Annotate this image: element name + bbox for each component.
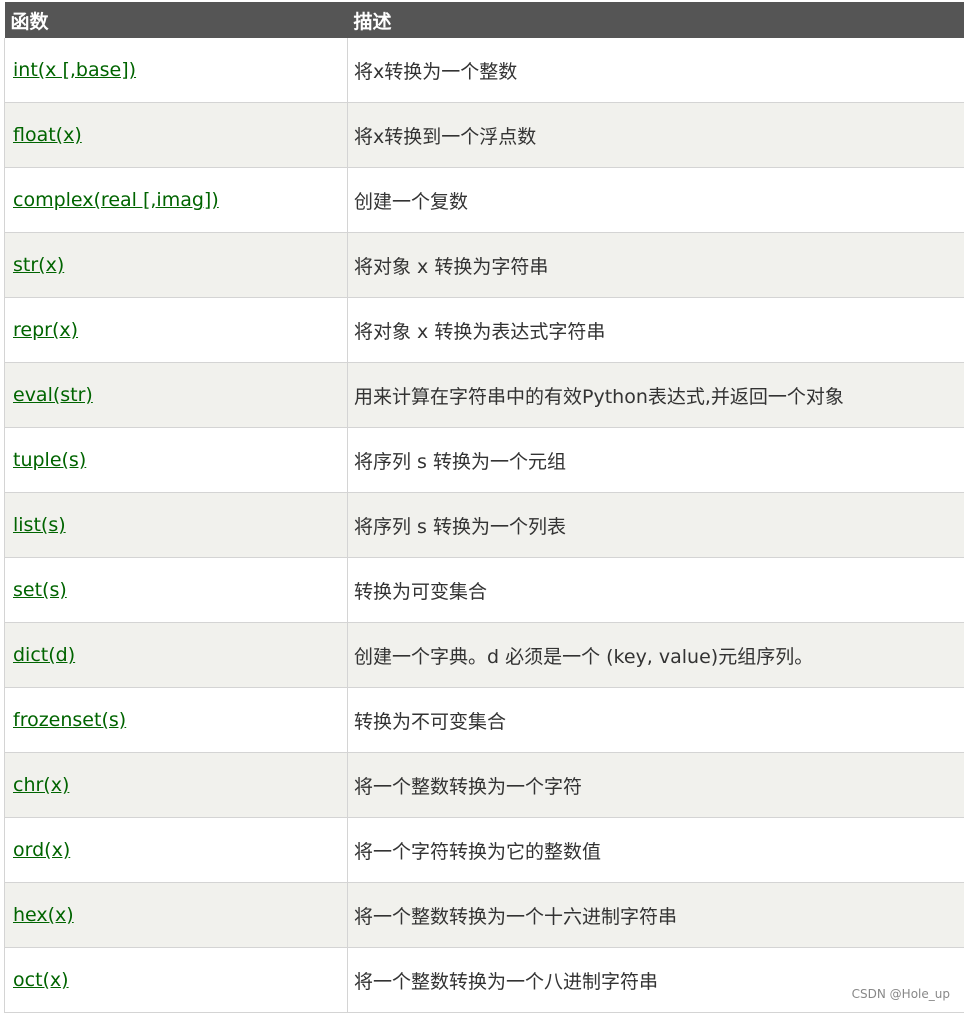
description-cell: 转换为可变集合 (348, 558, 964, 623)
function-link[interactable]: chr(x) (13, 774, 69, 796)
table-row: complex(real [,imag]) 创建一个复数 (5, 168, 964, 233)
description-cell: 将序列 s 转换为一个元组 (348, 428, 964, 493)
watermark: CSDN @Hole_up (852, 987, 950, 1001)
function-cell: chr(x) (5, 753, 348, 818)
function-cell: repr(x) (5, 298, 348, 363)
function-link[interactable]: float(x) (13, 124, 82, 146)
function-link[interactable]: eval(str) (13, 384, 93, 406)
description-cell: 转换为不可变集合 (348, 688, 964, 753)
description-cell: 将一个整数转换为一个字符 (348, 753, 964, 818)
function-table: 函数 描述 int(x [,base]) 将x转换为一个整数 float(x) … (4, 2, 964, 1013)
function-cell: str(x) (5, 233, 348, 298)
function-link[interactable]: str(x) (13, 254, 64, 276)
table-header-row: 函数 描述 (5, 2, 964, 38)
function-cell: tuple(s) (5, 428, 348, 493)
description-cell: 创建一个字典。d 必须是一个 (key, value)元组序列。 (348, 623, 964, 688)
function-cell: list(s) (5, 493, 348, 558)
function-link[interactable]: frozenset(s) (13, 709, 126, 731)
description-cell: 将x转换为一个整数 (348, 38, 964, 103)
table-row: tuple(s) 将序列 s 转换为一个元组 (5, 428, 964, 493)
function-cell: set(s) (5, 558, 348, 623)
function-cell: int(x [,base]) (5, 38, 348, 103)
description-cell: 将x转换到一个浮点数 (348, 103, 964, 168)
table-row: str(x) 将对象 x 转换为字符串 (5, 233, 964, 298)
function-cell: frozenset(s) (5, 688, 348, 753)
function-cell: float(x) (5, 103, 348, 168)
table-row: list(s) 将序列 s 转换为一个列表 (5, 493, 964, 558)
table-row: chr(x) 将一个整数转换为一个字符 (5, 753, 964, 818)
table-row: repr(x) 将对象 x 转换为表达式字符串 (5, 298, 964, 363)
function-link[interactable]: repr(x) (13, 319, 78, 341)
table-row: int(x [,base]) 将x转换为一个整数 (5, 38, 964, 103)
function-cell: ord(x) (5, 818, 348, 883)
function-link[interactable]: ord(x) (13, 839, 70, 861)
description-cell: 创建一个复数 (348, 168, 964, 233)
function-link[interactable]: oct(x) (13, 969, 69, 991)
description-cell: 将一个字符转换为它的整数值 (348, 818, 964, 883)
table-row: hex(x) 将一个整数转换为一个十六进制字符串 (5, 883, 964, 948)
function-link[interactable]: tuple(s) (13, 449, 86, 471)
function-link[interactable]: dict(d) (13, 644, 75, 666)
description-cell: 将一个整数转换为一个八进制字符串 (348, 948, 964, 1013)
function-link[interactable]: complex(real [,imag]) (13, 189, 219, 211)
function-link[interactable]: list(s) (13, 514, 66, 536)
function-link[interactable]: hex(x) (13, 904, 74, 926)
function-cell: hex(x) (5, 883, 348, 948)
header-description: 描述 (348, 2, 964, 38)
table-row: float(x) 将x转换到一个浮点数 (5, 103, 964, 168)
table-row: ord(x) 将一个字符转换为它的整数值 (5, 818, 964, 883)
table-row: dict(d) 创建一个字典。d 必须是一个 (key, value)元组序列。 (5, 623, 964, 688)
description-cell: 将对象 x 转换为表达式字符串 (348, 298, 964, 363)
function-link[interactable]: set(s) (13, 579, 67, 601)
function-link[interactable]: int(x [,base]) (13, 59, 136, 81)
table-row: set(s) 转换为可变集合 (5, 558, 964, 623)
description-cell: 将一个整数转换为一个十六进制字符串 (348, 883, 964, 948)
table-row: frozenset(s) 转换为不可变集合 (5, 688, 964, 753)
table-row: oct(x) 将一个整数转换为一个八进制字符串 (5, 948, 964, 1013)
function-cell: eval(str) (5, 363, 348, 428)
description-cell: 用来计算在字符串中的有效Python表达式,并返回一个对象 (348, 363, 964, 428)
header-function: 函数 (5, 2, 348, 38)
description-cell: 将序列 s 转换为一个列表 (348, 493, 964, 558)
table-row: eval(str) 用来计算在字符串中的有效Python表达式,并返回一个对象 (5, 363, 964, 428)
description-cell: 将对象 x 转换为字符串 (348, 233, 964, 298)
function-cell: dict(d) (5, 623, 348, 688)
function-cell: complex(real [,imag]) (5, 168, 348, 233)
function-cell: oct(x) (5, 948, 348, 1013)
